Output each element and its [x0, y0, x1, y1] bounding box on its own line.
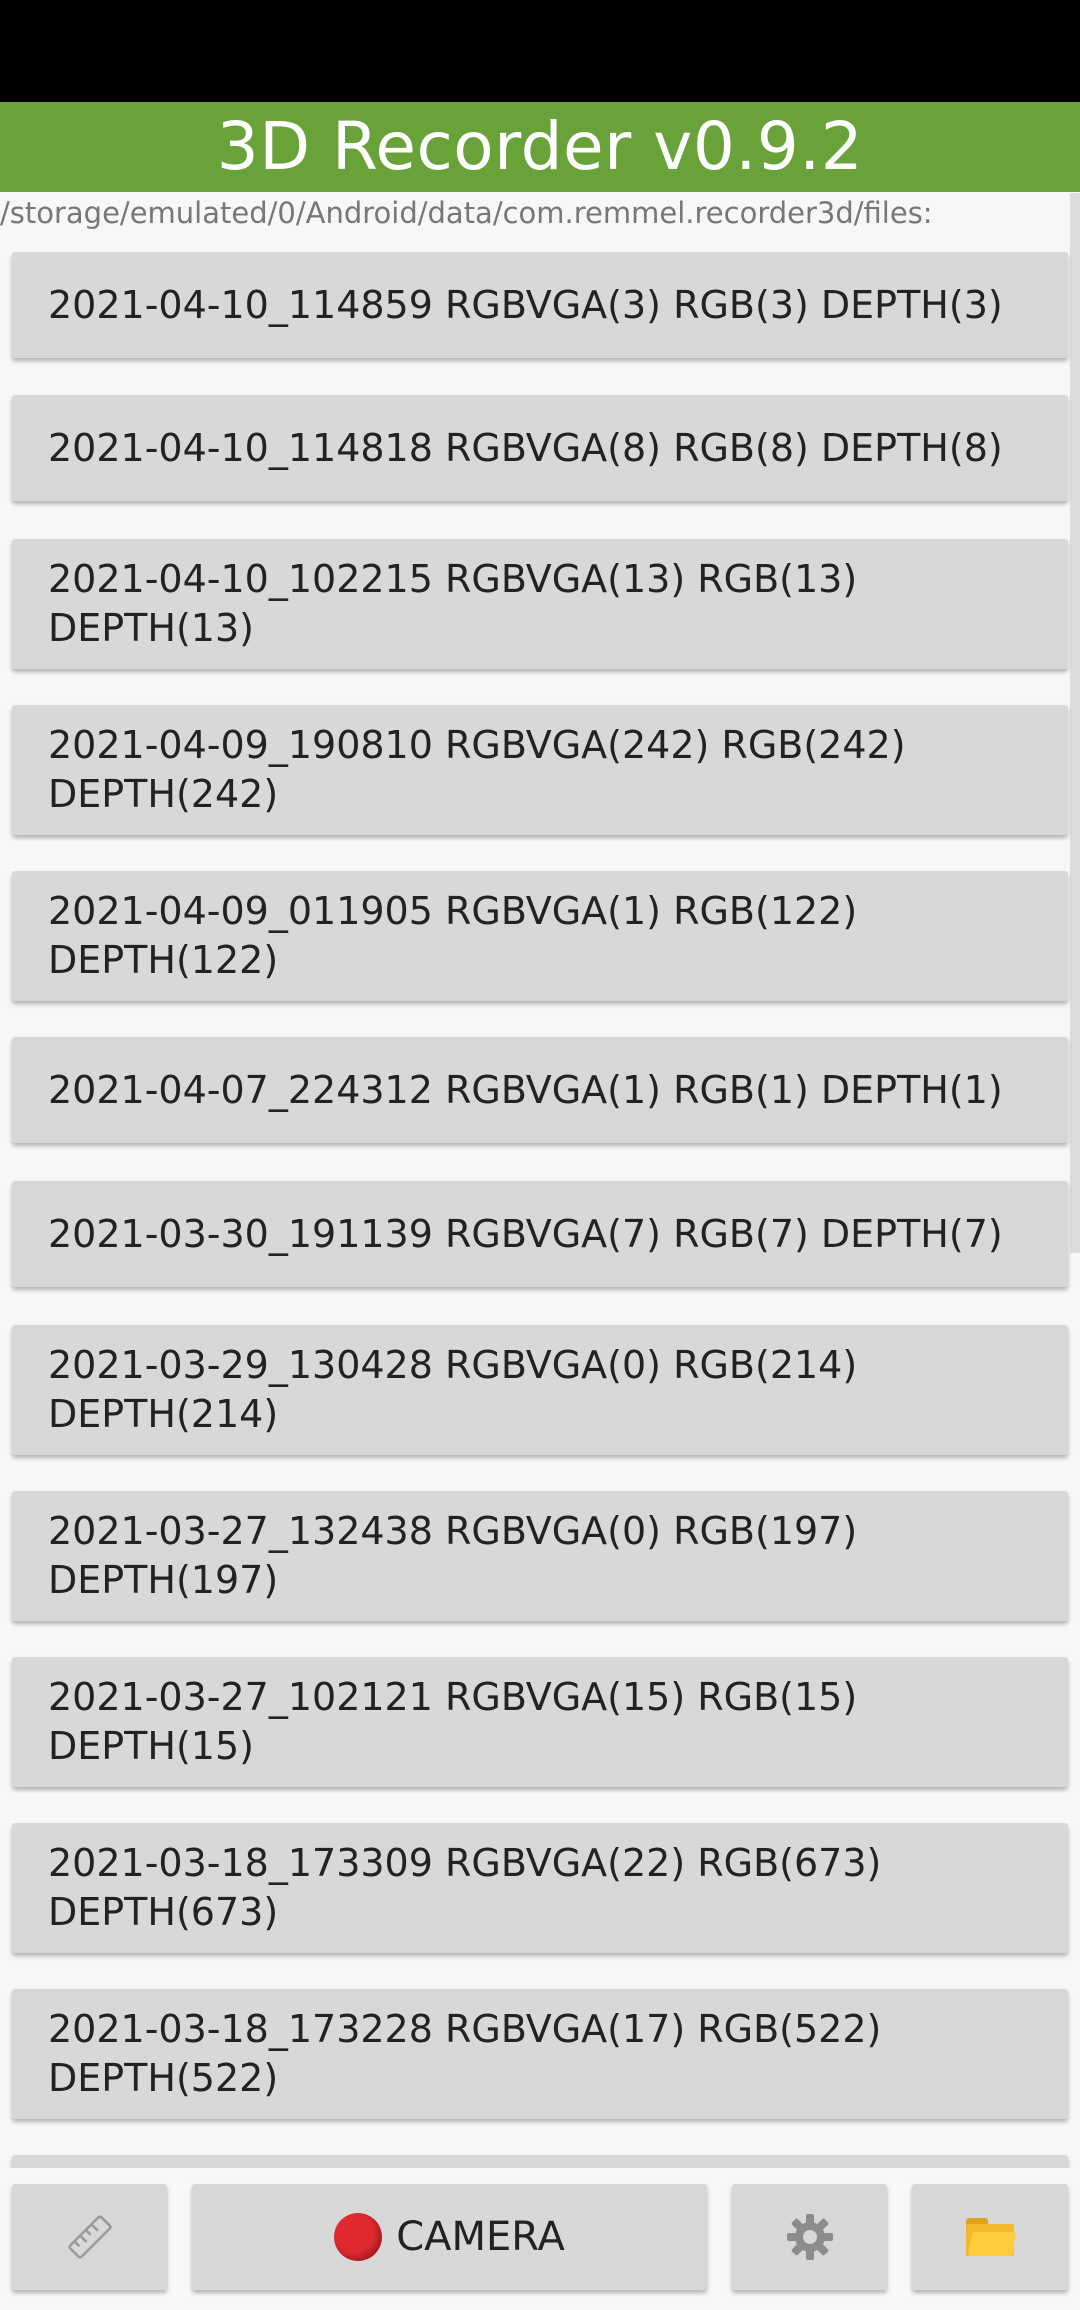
recording-label: 2021-03-27_132438 RGBVGA(0) RGB(197) DEP…	[48, 1507, 857, 1605]
recording-label-line2: DEPTH(13)	[48, 606, 254, 650]
recording-item[interactable]: 2021-04-10_114859 RGBVGA(3) RGB(3) DEPTH…	[12, 252, 1068, 358]
recording-label: 2021-04-10_114818 RGBVGA(8) RGB(8) DEPTH…	[48, 424, 1003, 473]
recording-label-line1: 2021-04-10_102215 RGBVGA(13) RGB(13)	[48, 557, 858, 601]
recording-item[interactable]: 2021-04-10_102215 RGBVGA(13) RGB(13) DEP…	[12, 539, 1068, 669]
recording-label-line2: DEPTH(242)	[48, 772, 279, 816]
recording-label-line2: DEPTH(522)	[48, 2056, 279, 2100]
recording-item[interactable]: 2021-03-30_191139 RGBVGA(7) RGB(7) DEPTH…	[12, 1181, 1068, 1287]
recording-label: 2021-03-18_173228 RGBVGA(17) RGB(522) DE…	[48, 2005, 881, 2103]
recording-label-line2: DEPTH(673)	[48, 1890, 279, 1934]
recording-label-line1: 2021-03-29_130428 RGBVGA(0) RGB(214)	[48, 1343, 858, 1387]
recording-label: 2021-03-18_173309 RGBVGA(22) RGB(673) DE…	[48, 1839, 881, 1937]
recording-label-line1: 2021-03-18_173228 RGBVGA(17) RGB(522)	[48, 2007, 882, 2051]
recording-item[interactable]: 2021-04-09_190810 RGBVGA(242) RGB(242) D…	[12, 705, 1068, 835]
recording-label: 2021-04-07_224312 RGBVGA(1) RGB(1) DEPTH…	[48, 1066, 1003, 1115]
recording-label-line1: 2021-03-27_102121 RGBVGA(15) RGB(15)	[48, 1675, 858, 1719]
recording-label-line2: DEPTH(15)	[48, 1724, 254, 1768]
measure-button[interactable]	[12, 2184, 167, 2290]
recording-label: 2021-04-09_190810 RGBVGA(242) RGB(242) D…	[48, 721, 906, 819]
recording-item[interactable]: 2021-03-27_132438 RGBVGA(0) RGB(197) DEP…	[12, 1491, 1068, 1621]
recording-label-line1: 2021-03-27_132438 RGBVGA(0) RGB(197)	[48, 1509, 858, 1553]
folder-icon	[966, 2218, 1017, 2256]
recording-item[interactable]: 2021-04-07_224312 RGBVGA(1) RGB(1) DEPTH…	[12, 1037, 1068, 1143]
recording-label-line1: 2021-04-07_224312 RGBVGA(1) RGB(1) DEPTH…	[48, 1067, 1003, 1112]
recording-label: 2021-04-10_114859 RGBVGA(3) RGB(3) DEPTH…	[48, 281, 1003, 330]
bottom-toolbar: CAMERA	[0, 2168, 1080, 2310]
recording-item[interactable]: 2021-03-18_173228 RGBVGA(17) RGB(522) DE…	[12, 1989, 1068, 2119]
recording-item[interactable]: 2021-03-27_102121 RGBVGA(15) RGB(15) DEP…	[12, 1657, 1068, 1787]
recording-label: 2021-04-10_102215 RGBVGA(13) RGB(13) DEP…	[48, 555, 857, 653]
camera-button[interactable]: CAMERA	[192, 2184, 707, 2290]
ruler-icon	[67, 2215, 112, 2259]
recording-label-line2: DEPTH(214)	[48, 1392, 279, 1436]
recording-label: 2021-03-29_130428 RGBVGA(0) RGB(214) DEP…	[48, 1341, 857, 1439]
camera-label: CAMERA	[396, 2214, 565, 2260]
settings-button[interactable]	[732, 2184, 887, 2290]
recording-label-line1: 2021-03-30_191139 RGBVGA(7) RGB(7) DEPTH…	[48, 1211, 1003, 1256]
recording-label-line2: DEPTH(197)	[48, 1558, 279, 1602]
recording-label-line1: 2021-04-10_114818 RGBVGA(8) RGB(8) DEPTH…	[48, 425, 1003, 470]
recording-item[interactable]: 2021-03-29_130428 RGBVGA(0) RGB(214) DEP…	[12, 1325, 1068, 1455]
recording-label: 2021-03-30_191139 RGBVGA(7) RGB(7) DEPTH…	[48, 1210, 1003, 1259]
recording-label-line1: 2021-04-09_011905 RGBVGA(1) RGB(122)	[48, 889, 858, 933]
recording-label-line1: 2021-04-10_114859 RGBVGA(3) RGB(3) DEPTH…	[48, 282, 1003, 327]
files-button[interactable]	[912, 2184, 1068, 2290]
recording-item[interactable]: 2021-04-09_011905 RGBVGA(1) RGB(122) DEP…	[12, 871, 1068, 1001]
recording-label-line2: DEPTH(122)	[48, 938, 279, 982]
record-dot-icon	[334, 2213, 383, 2261]
recording-label: 2021-03-27_102121 RGBVGA(15) RGB(15) DEP…	[48, 1673, 857, 1771]
recording-label-line1: 2021-03-18_173309 RGBVGA(22) RGB(673)	[48, 1841, 882, 1885]
recording-label-line1: 2021-04-09_190810 RGBVGA(242) RGB(242)	[48, 723, 906, 767]
recording-label: 2021-04-09_011905 RGBVGA(1) RGB(122) DEP…	[48, 887, 857, 985]
recordings-list: 2021-04-10_114859 RGBVGA(3) RGB(3) DEPTH…	[0, 0, 1080, 2310]
recording-item[interactable]: 2021-04-10_114818 RGBVGA(8) RGB(8) DEPTH…	[12, 395, 1068, 501]
gear-icon	[786, 2214, 833, 2260]
recording-item[interactable]: 2021-03-18_173309 RGBVGA(22) RGB(673) DE…	[12, 1823, 1068, 1953]
